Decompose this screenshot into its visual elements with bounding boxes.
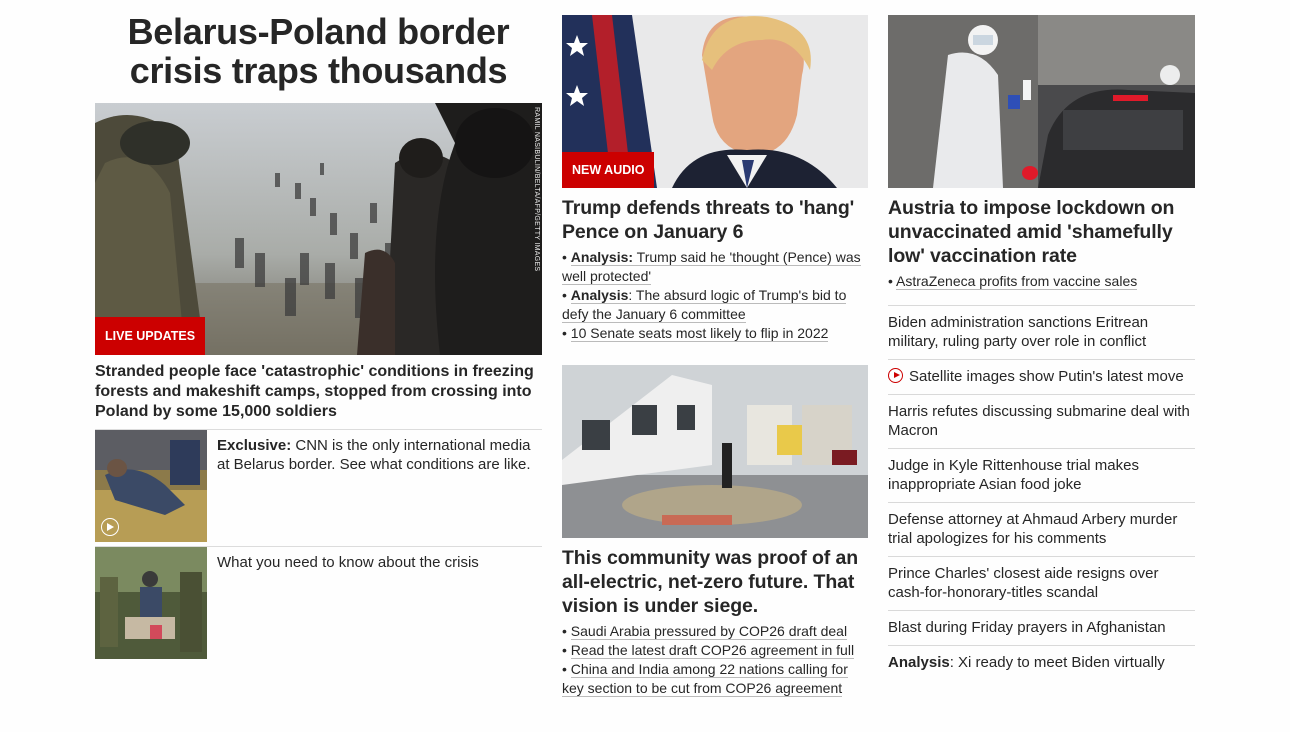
list-item[interactable]: Analysis: Xi ready to meet Biden virtual… bbox=[888, 645, 1195, 680]
related-link[interactable]: • Saudi Arabia pressured by COP26 draft … bbox=[562, 622, 868, 641]
list-item[interactable]: Judge in Kyle Rittenhouse trial makes in… bbox=[888, 448, 1195, 502]
austria-image[interactable] bbox=[888, 15, 1195, 188]
headline-list: Biden administration sanctions Eritrean … bbox=[888, 305, 1195, 680]
list-item[interactable]: Harris refutes discussing submarine deal… bbox=[888, 394, 1195, 448]
austria-headline[interactable]: Austria to impose lockdown on unvaccinat… bbox=[888, 196, 1195, 268]
list-item[interactable]: Biden administration sanctions Eritrean … bbox=[888, 305, 1195, 359]
video-play-icon bbox=[101, 518, 119, 536]
exclusive-thumbnail[interactable] bbox=[95, 430, 207, 542]
covid-testing-photo bbox=[888, 15, 1195, 188]
list-item[interactable]: Defense attorney at Ahmaud Arbery murder… bbox=[888, 502, 1195, 556]
new-audio-badge[interactable]: NEW AUDIO bbox=[562, 152, 655, 188]
list-item[interactable]: Satellite images show Putin's latest mov… bbox=[888, 359, 1195, 394]
hero-image[interactable]: RAMIL NASIBULIN/BELTA/AFP/GETTY IMAGES L… bbox=[95, 103, 542, 355]
photo-credit: RAMIL NASIBULIN/BELTA/AFP/GETTY IMAGES bbox=[533, 107, 540, 272]
trump-headline[interactable]: Trump defends threats to 'hang' Pence on… bbox=[562, 196, 868, 244]
related-link[interactable]: • AstraZeneca profits from vaccine sales bbox=[888, 272, 1195, 291]
soldiers-in-forest-photo bbox=[95, 547, 207, 659]
related-link[interactable]: • 10 Senate seats most likely to flip in… bbox=[562, 324, 868, 343]
exclusive-link[interactable]: Exclusive: CNN is the only international… bbox=[217, 436, 542, 474]
related-link[interactable]: • Analysis: Trump said he 'thought (Penc… bbox=[562, 248, 868, 286]
lead-story-description[interactable]: Stranded people face 'catastrophic' cond… bbox=[95, 362, 542, 422]
crisis-thumbnail[interactable] bbox=[95, 547, 207, 659]
cop26-related-links: • Saudi Arabia pressured by COP26 draft … bbox=[562, 622, 868, 698]
electric-homes-photo bbox=[562, 365, 868, 538]
list-item-crisis-explainer[interactable]: What you need to know about the crisis bbox=[95, 546, 542, 663]
exclusive-label: Exclusive: bbox=[217, 437, 292, 454]
trump-image[interactable]: NEW AUDIO bbox=[562, 15, 868, 188]
community-image[interactable] bbox=[562, 365, 868, 538]
list-item[interactable]: Prince Charles' closest aide resigns ove… bbox=[888, 556, 1195, 610]
related-link[interactable]: • China and India among 22 nations calli… bbox=[562, 660, 868, 698]
related-link[interactable]: • Read the latest draft COP26 agreement … bbox=[562, 641, 868, 660]
austria-related-links: • AstraZeneca profits from vaccine sales bbox=[888, 272, 1195, 291]
trump-related-links: • Analysis: Trump said he 'thought (Penc… bbox=[562, 248, 868, 343]
crisis-explainer-link[interactable]: What you need to know about the crisis bbox=[217, 553, 542, 572]
list-item[interactable]: Blast during Friday prayers in Afghanist… bbox=[888, 610, 1195, 645]
community-headline[interactable]: This community was proof of an all-elect… bbox=[562, 546, 868, 618]
video-play-icon bbox=[888, 368, 903, 383]
lead-story-title[interactable]: Belarus-Poland border crisis traps thous… bbox=[95, 12, 542, 90]
list-item-exclusive[interactable]: Exclusive: CNN is the only international… bbox=[95, 429, 542, 546]
related-link[interactable]: • Analysis: The absurd logic of Trump's … bbox=[562, 286, 868, 324]
live-updates-badge[interactable]: LIVE UPDATES bbox=[95, 317, 206, 355]
